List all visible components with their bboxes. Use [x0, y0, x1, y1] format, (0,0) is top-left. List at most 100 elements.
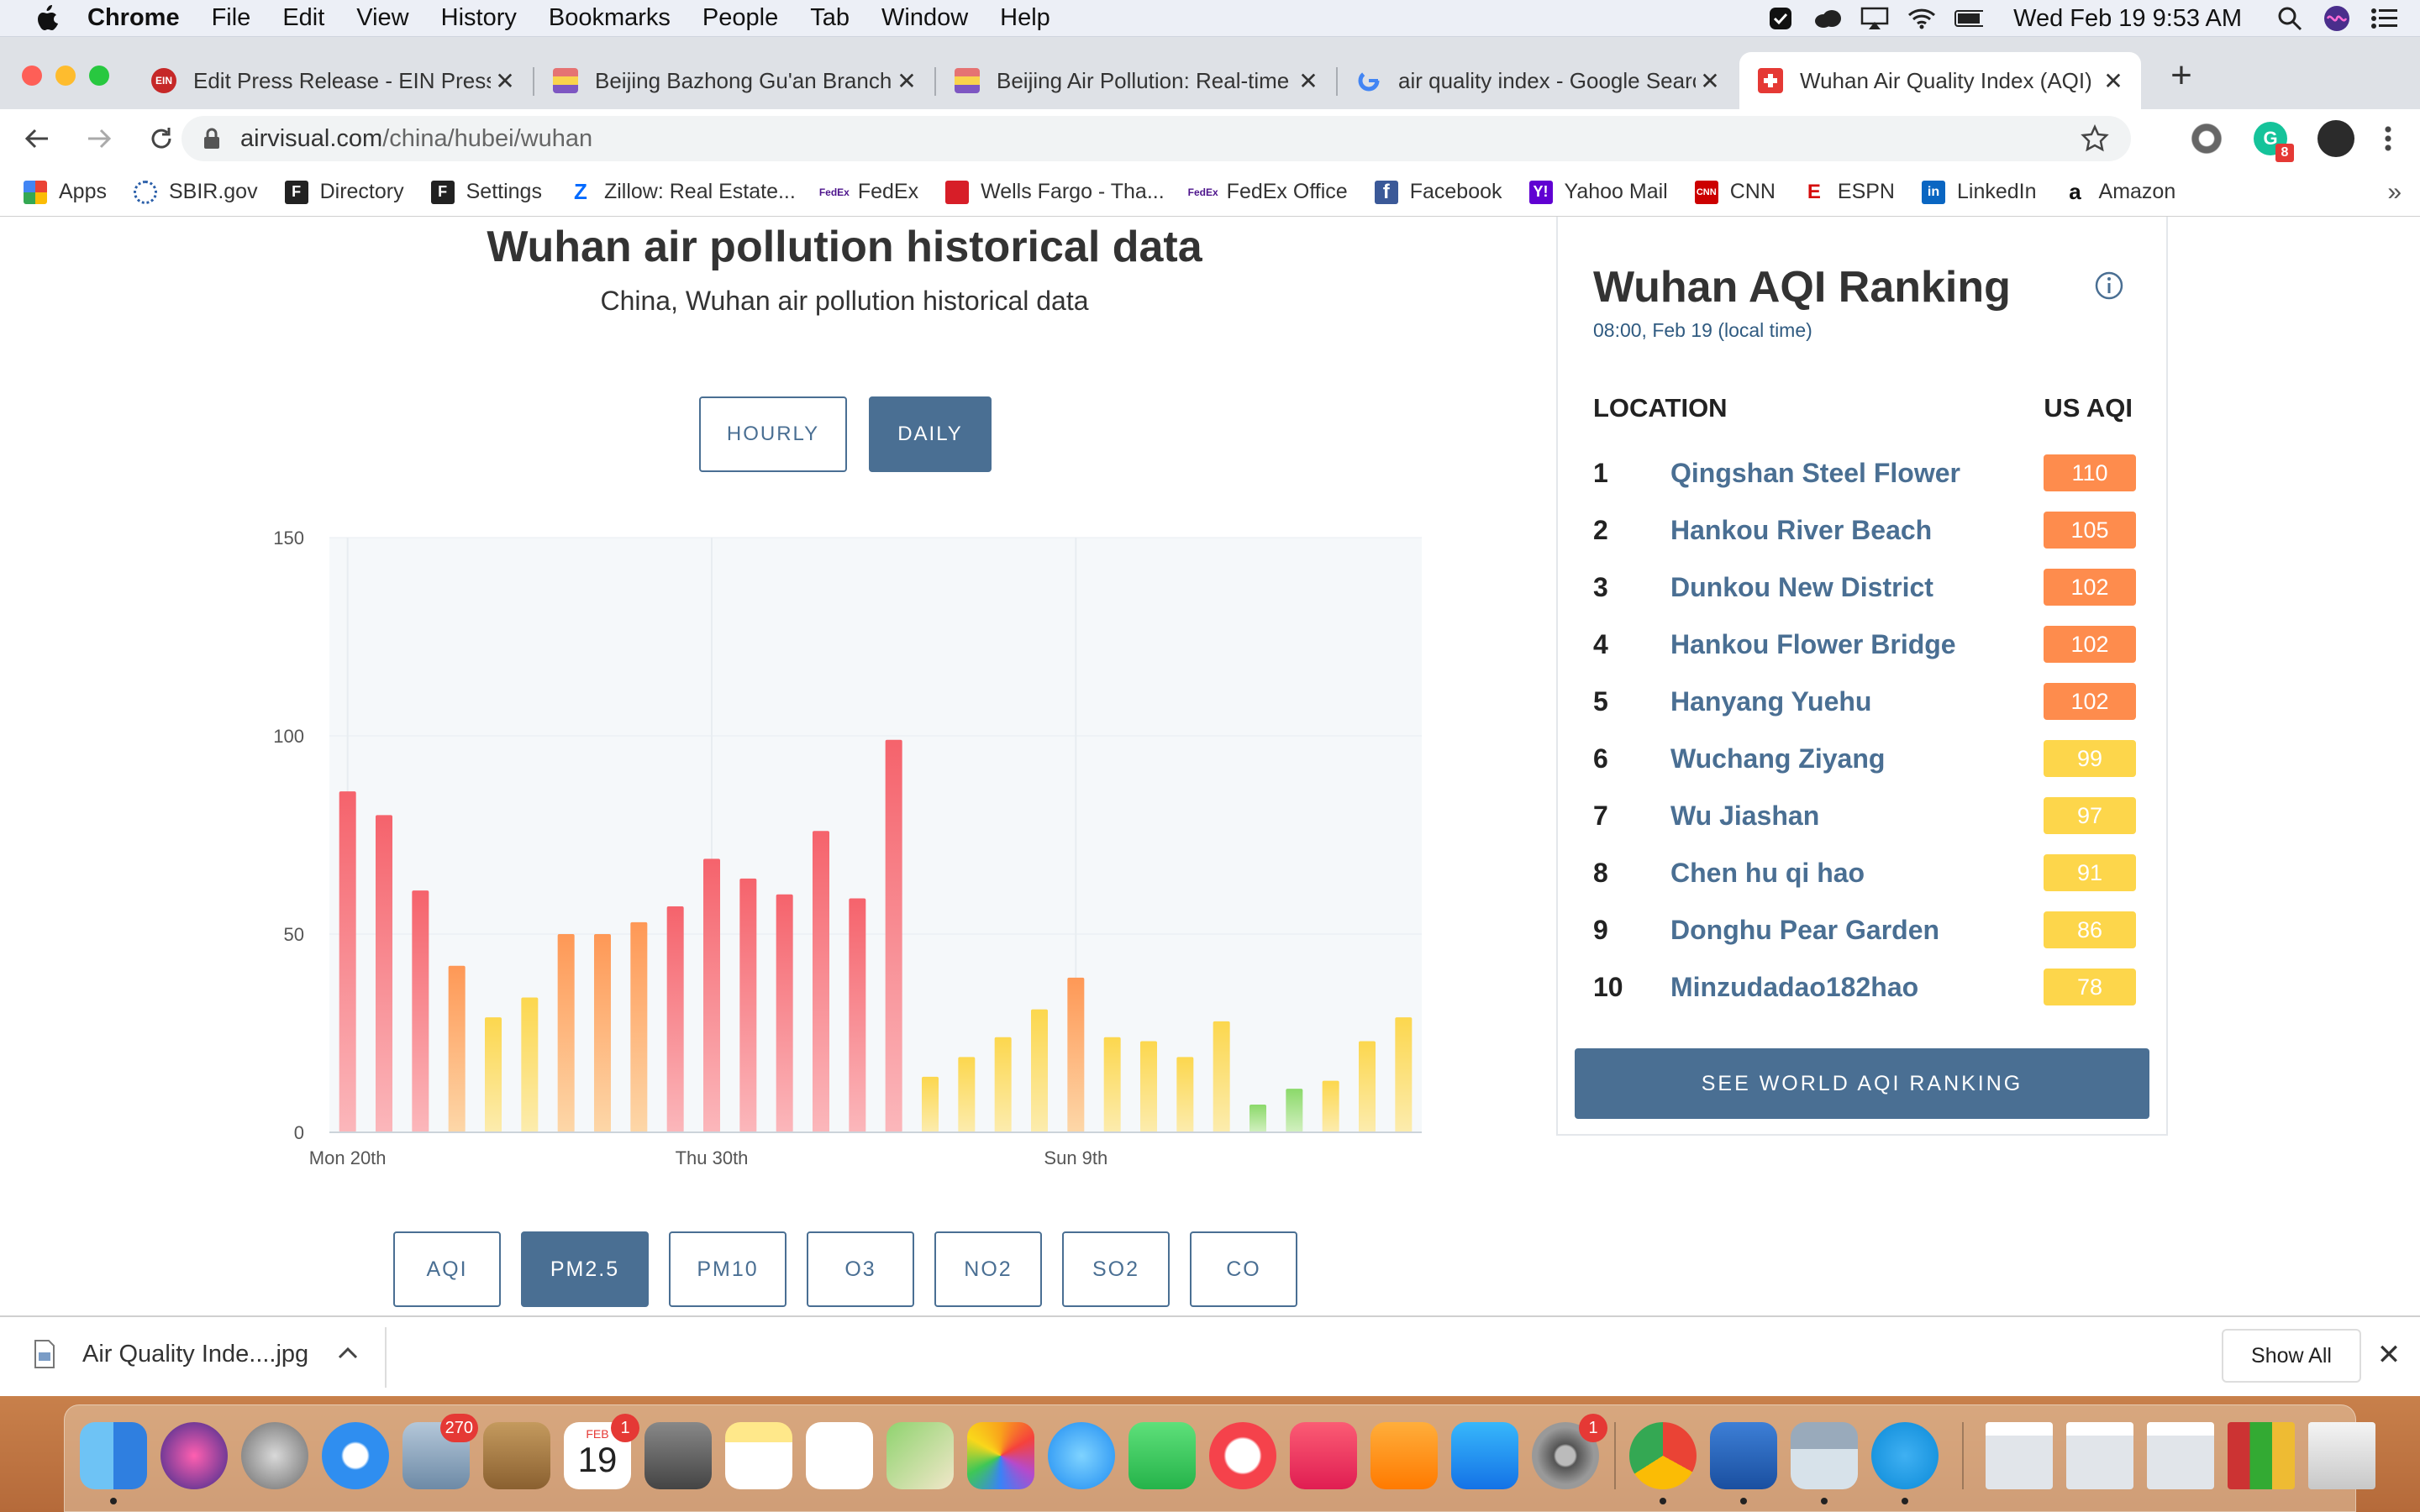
back-arrow-icon[interactable]	[20, 122, 54, 155]
pollutant-pm10-button[interactable]: PM10	[669, 1231, 786, 1307]
grammarly-extension-icon[interactable]: G8	[2254, 122, 2294, 162]
info-icon[interactable]	[2094, 270, 2124, 301]
chart-bar[interactable]	[412, 890, 429, 1132]
dock-messages-icon[interactable]	[1048, 1422, 1115, 1489]
hourly-toggle[interactable]: HOURLY	[699, 396, 847, 472]
dock-calculator-icon[interactable]	[644, 1422, 712, 1489]
bookmark-star-icon[interactable]	[2081, 124, 2109, 153]
close-tab-icon[interactable]: ✕	[1696, 67, 1724, 95]
close-tab-icon[interactable]: ✕	[1294, 67, 1323, 95]
ranking-row[interactable]: 2 Hankou River Beach 105	[1593, 511, 2136, 549]
menu-tab[interactable]: Tab	[810, 4, 850, 32]
close-tab-icon[interactable]: ✕	[2099, 67, 2128, 95]
pollutant-o3-button[interactable]: O3	[807, 1231, 914, 1307]
minimize-window-button[interactable]	[55, 66, 76, 86]
rank-location-link[interactable]: Wu Jiashan	[1670, 801, 2044, 832]
menu-history[interactable]: History	[441, 4, 517, 32]
rank-location-link[interactable]: Chen hu qi hao	[1670, 858, 2044, 889]
tab-google-search[interactable]: air quality index - Google Search ✕	[1338, 52, 1738, 109]
menu-edit[interactable]: Edit	[282, 4, 324, 32]
pollutant-so2-button[interactable]: SO2	[1062, 1231, 1170, 1307]
notification-center-icon[interactable]	[2370, 6, 2398, 31]
rank-location-link[interactable]: Dunkou New District	[1670, 572, 2044, 603]
reload-icon[interactable]	[145, 122, 178, 155]
dock-contacts-icon[interactable]	[483, 1422, 550, 1489]
bookmark-zillow[interactable]: Z Zillow: Real Estate...	[568, 179, 796, 204]
apple-icon[interactable]	[34, 4, 59, 33]
spotlight-search-icon[interactable]	[2275, 6, 2304, 31]
menu-view[interactable]: View	[356, 4, 408, 32]
dock-document-window-4-icon[interactable]	[2228, 1422, 2295, 1489]
rank-location-link[interactable]: Hankou River Beach	[1670, 515, 2044, 546]
ranking-row[interactable]: 7 Wu Jiashan 97	[1593, 796, 2136, 835]
dock-books-icon[interactable]	[1370, 1422, 1438, 1489]
chart-bar[interactable]	[1249, 1104, 1266, 1132]
bookmark-fedex-office[interactable]: FedEx FedEx Office	[1188, 180, 1348, 204]
address-bar[interactable]: airvisual.com/china/hubei/wuhan	[182, 116, 2131, 161]
bookmark-linkedin[interactable]: in LinkedIn	[1922, 180, 2037, 204]
chart-bar[interactable]	[1322, 1080, 1339, 1132]
more-menu-icon[interactable]	[2385, 126, 2391, 151]
pollutant-no2-button[interactable]: NO2	[934, 1231, 1042, 1307]
ranking-row[interactable]: 9 Donghu Pear Garden 86	[1593, 911, 2136, 949]
chart-bar[interactable]	[1176, 1057, 1194, 1132]
close-tab-icon[interactable]: ✕	[892, 67, 921, 95]
ranking-row[interactable]: 3 Dunkou New District 102	[1593, 568, 2136, 606]
dock-document-window-2-icon[interactable]	[2066, 1422, 2133, 1489]
tab-beijing-air-pollution[interactable]: Beijing Air Pollution: Real-time ✕	[936, 52, 1336, 109]
menubar-clock[interactable]: Wed Feb 19 9:53 AM	[2013, 5, 2242, 33]
ranking-row[interactable]: 8 Chen hu qi hao 91	[1593, 853, 2136, 892]
dock-app-store-icon[interactable]	[1451, 1422, 1518, 1489]
download-item[interactable]: Air Quality Inde....jpg	[34, 1339, 308, 1369]
dock-notes-icon[interactable]	[725, 1422, 792, 1489]
bookmark-wells-fargo[interactable]: Wells Fargo - Tha...	[945, 180, 1165, 204]
chart-bar[interactable]	[1067, 977, 1085, 1132]
see-world-ranking-button[interactable]: SEE WORLD AQI RANKING	[1575, 1048, 2149, 1119]
chart-bar[interactable]	[813, 831, 829, 1132]
battery-icon[interactable]	[1954, 6, 1984, 31]
dock-news-icon[interactable]	[1209, 1422, 1276, 1489]
chart-bar[interactable]	[1031, 1009, 1048, 1132]
checkmark-shield-icon[interactable]	[1766, 6, 1795, 31]
dock-photos-icon[interactable]	[967, 1422, 1034, 1489]
menu-window[interactable]: Window	[881, 4, 968, 32]
chart-bar[interactable]	[521, 997, 539, 1132]
bookmark-amazon[interactable]: a Amazon	[2063, 179, 2175, 204]
rank-location-link[interactable]: Qingshan Steel Flower	[1670, 458, 2044, 489]
chart-bar[interactable]	[448, 965, 466, 1132]
chart-bar[interactable]	[885, 739, 902, 1132]
close-tab-icon[interactable]: ✕	[491, 67, 519, 95]
daily-toggle[interactable]: DAILY	[869, 396, 992, 472]
dock-siri-icon[interactable]	[160, 1422, 228, 1489]
chart-bar[interactable]	[703, 858, 720, 1132]
chart-bar[interactable]	[776, 894, 793, 1132]
dock-facetime-icon[interactable]	[1128, 1422, 1196, 1489]
dock-system-preferences-icon[interactable]: 1	[1532, 1414, 1607, 1489]
siri-icon[interactable]	[2323, 6, 2351, 31]
chart-bar[interactable]	[1103, 1037, 1121, 1132]
ranking-row[interactable]: 5 Hanyang Yuehu 102	[1593, 682, 2136, 721]
chart-bar[interactable]	[1395, 1017, 1413, 1132]
close-download-shelf-icon[interactable]: ✕	[2375, 1341, 2403, 1369]
tab-beijing-bazhong[interactable]: Beijing Bazhong Gu'an Branch, ✕	[534, 52, 934, 109]
ranking-row[interactable]: 1 Qingshan Steel Flower 110	[1593, 454, 2136, 492]
chart-bar[interactable]	[849, 898, 866, 1132]
chart-bar[interactable]	[630, 921, 648, 1132]
dock-preview-icon[interactable]	[1791, 1422, 1858, 1504]
airplay-icon[interactable]	[1860, 6, 1889, 31]
chart-bar[interactable]	[339, 791, 356, 1132]
extension-circle-icon[interactable]	[2190, 122, 2223, 155]
chart-bar[interactable]	[485, 1017, 502, 1132]
menu-people[interactable]: People	[702, 4, 778, 32]
dock-finder-icon[interactable]	[80, 1422, 147, 1504]
bookmark-settings[interactable]: F Settings	[430, 180, 542, 204]
bookmark-sbir[interactable]: SBIR.gov	[133, 180, 258, 204]
tab-ein-presswire[interactable]: EIN Edit Press Release - EIN Presswire ✕	[133, 52, 533, 109]
chart-bar[interactable]	[1359, 1041, 1376, 1132]
ranking-row[interactable]: 10 Minzudadao182hao 78	[1593, 968, 2136, 1006]
dock-launchpad-icon[interactable]	[241, 1422, 308, 1489]
dock-trash-icon[interactable]	[2308, 1422, 2375, 1489]
bookmark-fedex[interactable]: FedEx FedEx	[819, 180, 918, 204]
tab-wuhan-aqi[interactable]: Wuhan Air Quality Index (AQI) and ✕	[1739, 52, 2141, 109]
dock-safari-icon[interactable]	[322, 1422, 389, 1489]
